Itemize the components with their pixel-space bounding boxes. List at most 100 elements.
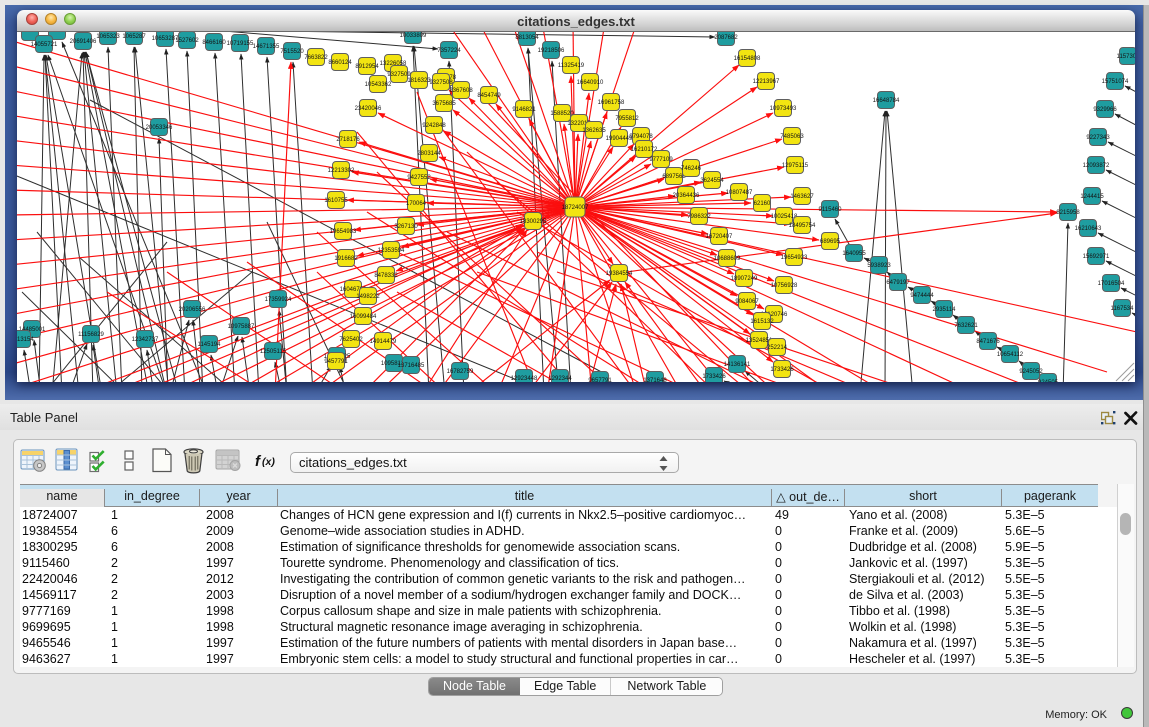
svg-text:7955812: 7955812 bbox=[615, 116, 639, 122]
svg-text:3913154: 3913154 bbox=[17, 337, 34, 343]
svg-text:2718176: 2718176 bbox=[336, 137, 360, 143]
svg-text:8478332: 8478332 bbox=[374, 273, 398, 279]
svg-text:12093872: 12093872 bbox=[1083, 163, 1110, 169]
svg-text:12353594: 12353594 bbox=[378, 248, 405, 254]
svg-text:12213302: 12213302 bbox=[328, 168, 355, 174]
svg-text:12975115: 12975115 bbox=[782, 163, 809, 169]
svg-text:2803144: 2803144 bbox=[417, 151, 441, 157]
svg-text:17016504: 17016504 bbox=[1098, 281, 1125, 287]
svg-text:8813054: 8813054 bbox=[515, 35, 539, 41]
svg-text:16099484: 16099484 bbox=[350, 314, 377, 320]
svg-text:11325419: 11325419 bbox=[558, 63, 585, 69]
svg-text:9777109: 9777109 bbox=[649, 157, 673, 163]
svg-text:1065323: 1065323 bbox=[96, 34, 120, 40]
svg-text:16961758: 16961758 bbox=[598, 100, 625, 106]
svg-text:7357224: 7357224 bbox=[437, 48, 461, 54]
svg-text:14055721: 14055721 bbox=[31, 42, 58, 48]
svg-text:1244415: 1244415 bbox=[1080, 194, 1104, 200]
svg-text:9242848: 9242848 bbox=[422, 123, 446, 129]
svg-text:(x): (x) bbox=[262, 456, 275, 468]
svg-text:7625402: 7625402 bbox=[339, 337, 363, 343]
svg-text:1640955: 1640955 bbox=[842, 251, 866, 257]
svg-text:19384554: 19384554 bbox=[606, 271, 633, 277]
svg-text:62160: 62160 bbox=[754, 201, 771, 207]
svg-text:19654923: 19654923 bbox=[781, 255, 808, 261]
svg-text:6479197: 6479197 bbox=[886, 280, 910, 286]
svg-text:18724007: 18724007 bbox=[562, 205, 589, 211]
svg-text:9329966: 9329966 bbox=[1093, 107, 1117, 113]
svg-text:8454749: 8454749 bbox=[477, 93, 501, 99]
svg-text:14136141: 14136141 bbox=[724, 362, 751, 368]
svg-text:1157304: 1157304 bbox=[1117, 54, 1135, 60]
svg-text:10543362: 10543362 bbox=[365, 82, 392, 88]
svg-text:9457791: 9457791 bbox=[324, 359, 348, 365]
svg-text:7632621: 7632621 bbox=[954, 323, 978, 329]
svg-text:12923448: 12923448 bbox=[511, 376, 538, 382]
svg-text:16640910: 16640910 bbox=[577, 80, 604, 86]
svg-text:12213967: 12213967 bbox=[753, 79, 780, 85]
svg-text:7663822: 7663822 bbox=[304, 55, 328, 61]
svg-text:3624554: 3624554 bbox=[700, 178, 724, 184]
svg-text:1916682: 1916682 bbox=[334, 256, 358, 262]
svg-text:10654112: 10654112 bbox=[997, 352, 1024, 358]
svg-text:746246: 746246 bbox=[681, 166, 702, 172]
svg-text:7986322: 7986322 bbox=[687, 214, 711, 220]
svg-text:8471676: 8471676 bbox=[976, 339, 1000, 345]
svg-text:16154808: 16154808 bbox=[734, 56, 761, 62]
svg-text:7485063: 7485063 bbox=[780, 134, 804, 140]
svg-text:1145194: 1145194 bbox=[198, 342, 222, 348]
svg-text:9084067: 9084067 bbox=[735, 299, 759, 305]
svg-text:15751074: 15751074 bbox=[1102, 79, 1129, 85]
svg-text:23420046: 23420046 bbox=[355, 106, 382, 112]
svg-text:17359924: 17359924 bbox=[265, 297, 292, 303]
svg-text:1615132: 1615132 bbox=[750, 319, 774, 325]
svg-text:1065287: 1065287 bbox=[122, 34, 146, 40]
svg-text:11156829: 11156829 bbox=[78, 332, 104, 338]
svg-text:1733426: 1733426 bbox=[702, 374, 726, 380]
svg-text:20691406: 20691406 bbox=[70, 39, 97, 45]
svg-text:10719155: 10719155 bbox=[227, 41, 254, 47]
svg-text:3267130: 3267130 bbox=[394, 224, 418, 230]
svg-text:7515520: 7515520 bbox=[280, 49, 304, 55]
svg-text:8466160: 8466160 bbox=[202, 40, 226, 46]
svg-text:1610755: 1610755 bbox=[324, 198, 348, 204]
svg-text:12505115: 12505115 bbox=[260, 349, 287, 355]
svg-text:20364436: 20364436 bbox=[673, 193, 700, 199]
svg-text:8215958: 8215958 bbox=[1056, 210, 1080, 216]
svg-text:16782759: 16782759 bbox=[447, 369, 474, 375]
svg-text:9474444: 9474444 bbox=[910, 293, 934, 299]
svg-text:9794078: 9794078 bbox=[629, 134, 653, 140]
svg-text:1498222: 1498222 bbox=[356, 294, 380, 300]
svg-text:18300295: 18300295 bbox=[520, 219, 547, 225]
svg-text:2935114: 2935114 bbox=[933, 307, 957, 313]
svg-text:8912954: 8912954 bbox=[355, 64, 379, 70]
svg-text:1463627: 1463627 bbox=[790, 194, 814, 200]
svg-text:9657791: 9657791 bbox=[588, 378, 612, 382]
svg-text:2367608: 2367608 bbox=[449, 88, 473, 94]
svg-text:13716485: 13716485 bbox=[398, 363, 425, 369]
svg-text:1167534: 1167534 bbox=[1111, 306, 1135, 312]
svg-text:f: f bbox=[255, 453, 262, 470]
svg-text:1816323: 1816323 bbox=[407, 78, 431, 84]
svg-text:20206556: 20206556 bbox=[179, 307, 206, 313]
svg-text:9146821: 9146821 bbox=[512, 107, 536, 113]
svg-text:170064: 170064 bbox=[406, 201, 427, 207]
svg-text:689695: 689695 bbox=[820, 239, 841, 245]
svg-text:15692971: 15692971 bbox=[1083, 254, 1110, 260]
svg-text:1292344: 1292344 bbox=[548, 376, 572, 382]
svg-text:9227343: 9227343 bbox=[1086, 135, 1110, 141]
svg-text:9115460: 9115460 bbox=[819, 207, 843, 213]
svg-text:9427552: 9427552 bbox=[407, 175, 431, 181]
svg-text:14914479: 14914479 bbox=[370, 339, 397, 345]
svg-text:10688609: 10688609 bbox=[714, 256, 741, 262]
svg-text:3675685: 3675685 bbox=[432, 101, 456, 107]
svg-text:18495754: 18495754 bbox=[789, 223, 816, 229]
svg-text:16648784: 16648784 bbox=[873, 98, 900, 104]
svg-text:10973493: 10973493 bbox=[770, 106, 797, 112]
svg-text:19218506: 19218506 bbox=[538, 48, 565, 54]
svg-text:20053346: 20053346 bbox=[146, 125, 173, 131]
svg-text:1527602: 1527602 bbox=[175, 38, 199, 44]
svg-text:5938923: 5938923 bbox=[867, 263, 891, 269]
svg-text:16210643: 16210643 bbox=[1075, 226, 1102, 232]
svg-text:8660124: 8660124 bbox=[328, 60, 352, 66]
